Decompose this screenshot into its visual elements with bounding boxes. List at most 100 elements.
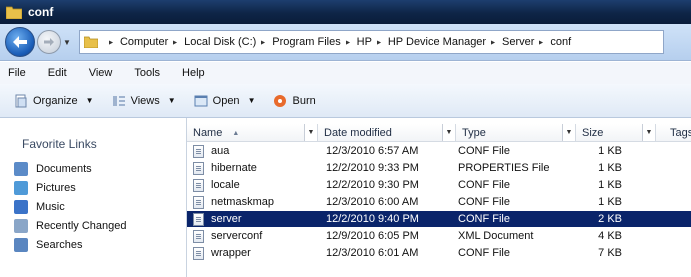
breadcrumb-label: HP Device Manager [387,36,487,48]
sidebar-item-music[interactable]: Music [14,200,65,214]
file-date: 12/9/2010 6:05 PM [326,230,419,242]
views-label: Views [130,94,160,107]
address-bar: ▼ ▼ Computer ▼ Local Disk (C:) ▼ Program File… [0,24,691,61]
column-header-name[interactable]: Name ▲ ▼ [187,124,318,142]
documents-icon [14,162,28,176]
type-filter-dropdown-icon[interactable]: ▼ [562,124,575,141]
sidebar-item-label: Searches [36,239,83,251]
open-button[interactable]: Open ▼ [194,94,256,108]
file-row[interactable]: locale 12/2/2010 9:30 PM CONF File 1 KB [187,177,691,193]
breadcrumb-item[interactable]: ▼ Server [486,36,534,48]
file-name: wrapper [211,247,251,259]
organize-button[interactable]: Organize ▼ [14,94,94,108]
column-headers: Name ▲ ▼ Date modified ▼ Type ▼ Size ▼ Ta… [187,124,691,142]
file-size: 1 KB [598,145,622,157]
breadcrumb-separator-icon[interactable]: ▼ [376,39,383,46]
size-filter-dropdown-icon[interactable]: ▼ [642,124,655,141]
back-arrow-icon [13,36,27,48]
command-toolbar: Organize ▼ Views ▼ Open ▼ Burn [0,84,691,118]
menu-help[interactable]: Help [182,67,205,79]
views-button[interactable]: Views ▼ [112,94,176,108]
breadcrumb-separator-icon[interactable]: ▼ [260,39,267,46]
recent-pages-dropdown-icon[interactable]: ▼ [63,38,73,47]
breadcrumb-item[interactable]: ▼ conf [534,36,571,48]
forward-arrow-icon [44,38,54,46]
file-row[interactable]: hibernate 12/2/2010 9:33 PM PROPERTIES Fil… [187,160,691,176]
menu-tools[interactable]: Tools [134,67,160,79]
file-row[interactable]: wrapper 12/3/2010 6:01 AM CONF File 7 KB [187,245,691,261]
open-icon [194,94,208,108]
navigation-pane: Favorite Links Documents Pictures Music Rec… [0,118,185,277]
file-date: 12/3/2010 6:01 AM [326,247,419,259]
organize-label: Organize [33,94,78,107]
file-name: hibernate [211,162,257,174]
file-type: XML Document [458,230,534,242]
file-date: 12/3/2010 6:57 AM [326,145,419,157]
file-size: 1 KB [598,196,622,208]
menu-edit[interactable]: Edit [48,67,67,79]
file-icon [193,229,204,243]
breadcrumb-item[interactable]: ▼ Computer [104,36,168,48]
pictures-icon [14,181,28,195]
file-size: 4 KB [598,230,622,242]
file-row[interactable]: serverconf 12/9/2010 6:05 PM XML Document 4… [187,228,691,244]
file-name: server [211,213,242,225]
burn-disc-icon [273,94,287,108]
file-type: PROPERTIES File [458,162,550,174]
back-button[interactable] [5,27,35,57]
breadcrumb-item[interactable]: ▼ Program Files [256,36,340,48]
breadcrumb-separator-icon[interactable]: ▼ [345,39,352,46]
file-name: aua [211,145,230,157]
file-icon [193,246,204,260]
window-title: conf [28,5,54,19]
breadcrumb-item[interactable]: ▼ HP [341,36,372,48]
column-header-date[interactable]: Date modified ▼ [318,124,456,142]
views-icon [112,94,126,108]
breadcrumb-separator-icon[interactable]: ▼ [108,39,115,46]
file-size: 2 KB [598,213,622,225]
file-date: 12/2/2010 9:30 PM [326,179,419,191]
file-row[interactable]: netmaskmap 12/3/2010 6:00 AM CONF File 1 KB [187,194,691,210]
column-header-tags[interactable]: Tags [656,124,691,142]
sidebar-item-recently-changed[interactable]: Recently Changed [14,219,127,233]
file-name: locale [211,179,240,191]
forward-button[interactable] [37,30,61,54]
open-dropdown-icon: ▼ [247,96,256,105]
file-row[interactable]: aua 12/3/2010 6:57 AM CONF File 1 KB [187,143,691,159]
breadcrumb-separator-icon[interactable]: ▼ [490,39,497,46]
favorite-links-heading: Favorite Links [22,137,97,151]
sidebar-item-pictures[interactable]: Pictures [14,181,76,195]
menu-file[interactable]: File [8,67,26,79]
sidebar-item-documents[interactable]: Documents [14,162,92,176]
sort-ascending-icon: ▲ [232,129,240,137]
breadcrumb-item[interactable]: ▼ Local Disk (C:) [168,36,256,48]
column-header-type[interactable]: Type ▼ [456,124,576,142]
date-filter-dropdown-icon[interactable]: ▼ [442,124,455,141]
sidebar-item-label: Documents [36,163,92,175]
breadcrumb-separator-icon[interactable]: ▼ [172,39,179,46]
menu-view[interactable]: View [89,67,113,79]
file-type: CONF File [458,196,510,208]
organize-icon [14,94,28,108]
name-filter-dropdown-icon[interactable]: ▼ [304,124,317,141]
address-path[interactable]: ▼ Computer ▼ Local Disk (C:) ▼ Program Files ▼… [79,30,664,54]
breadcrumb-separator-icon[interactable]: ▼ [538,39,545,46]
breadcrumb-item[interactable]: ▼ HP Device Manager [372,36,486,48]
file-name-cell: serverconf [187,229,318,243]
burn-button[interactable]: Burn [273,94,316,108]
open-label: Open [212,94,240,107]
sidebar-item-searches[interactable]: Searches [14,238,82,252]
column-header-size[interactable]: Size ▼ [576,124,656,142]
file-list: Name ▲ ▼ Date modified ▼ Type ▼ Size ▼ Ta… [186,118,691,277]
sidebar-item-label: Recently Changed [36,220,127,232]
file-row[interactable]: server 12/2/2010 9:40 PM CONF File 2 KB [187,211,691,227]
file-name-cell: netmaskmap [187,195,318,209]
menu-bar: File Edit View Tools Help [0,62,691,84]
sidebar-item-label: Pictures [36,182,76,194]
breadcrumb-label: conf [550,36,572,48]
file-icon [193,195,204,209]
folder-icon [83,36,99,49]
burn-label: Burn [292,94,316,107]
file-name-cell: locale [187,178,318,192]
file-icon [193,178,204,192]
